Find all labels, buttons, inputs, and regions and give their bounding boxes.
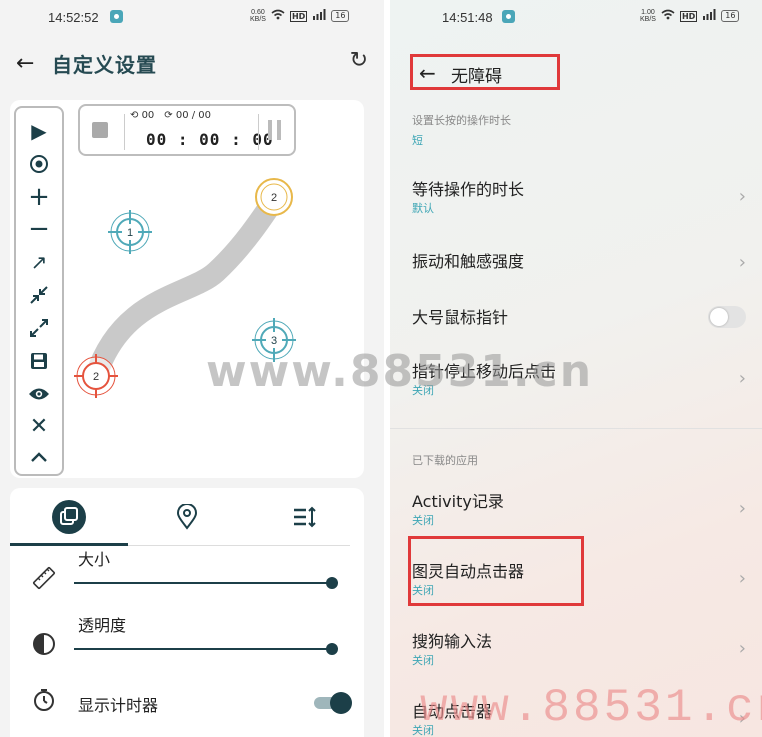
item-value: 关闭	[412, 654, 434, 667]
battery-icon: 16	[721, 10, 740, 22]
eye-icon[interactable]	[16, 379, 62, 409]
script-canvas[interactable]: ▶ + − ↗ ✕ ⟲ 00 ⟳ 00 / 00 00: 00: 00 1 …	[10, 100, 364, 478]
item-value: 关闭	[412, 514, 434, 527]
size-slider[interactable]	[74, 577, 338, 589]
tab-appearance[interactable]	[10, 496, 128, 538]
hd-icon: HD	[679, 10, 698, 22]
battery-icon: 16	[331, 10, 350, 22]
collapse-icon[interactable]	[16, 280, 62, 310]
sogou-input-item[interactable]: 搜狗输入法 关闭 ›	[390, 628, 762, 678]
settings-panel: 大小 透明度 显示计时器	[10, 488, 364, 737]
accessibility-header: ← 无障碍	[410, 54, 560, 90]
signal-icon	[702, 9, 716, 23]
item-label: 搜狗输入法	[412, 632, 493, 651]
status-bar-left: 14:52:52 0.60 KB/S HD 16	[0, 0, 384, 36]
size-setting: 大小	[10, 546, 364, 606]
chevron-right-icon: ›	[738, 638, 746, 659]
swipe-icon[interactable]: ↗	[16, 247, 62, 277]
status-bar-right: 14:51:48 1.00 KB/S HD 16	[390, 0, 762, 36]
show-timer-setting: 显示计时器	[10, 686, 364, 737]
refresh-icon[interactable]: ↻	[350, 48, 368, 73]
close-icon[interactable]: ✕	[16, 411, 62, 441]
opacity-setting: 透明度	[10, 612, 364, 672]
plus-icon[interactable]: +	[16, 182, 62, 212]
back-arrow-icon[interactable]: ←	[419, 61, 436, 85]
timer-panel: ⟲ 00 ⟳ 00 / 00 00 : 00 : 00	[78, 104, 296, 156]
status-time: 14:51:48	[442, 10, 493, 25]
chevron-right-icon: ›	[738, 368, 746, 389]
opacity-label: 透明度	[78, 616, 127, 635]
tab-location[interactable]	[128, 496, 246, 538]
header: ← 自定义设置 ↻	[16, 46, 368, 80]
net-speed: 0.60 KB/S	[250, 9, 266, 23]
contrast-icon	[30, 630, 58, 658]
section-divider	[390, 428, 762, 429]
minus-icon[interactable]: −	[16, 214, 62, 244]
pause-icon[interactable]	[266, 120, 284, 140]
app-notification-icon	[502, 10, 515, 23]
item-label: 大号鼠标指针	[412, 308, 509, 327]
chevron-right-icon: ›	[738, 186, 746, 207]
item-label: 等待操作的时长	[412, 180, 525, 199]
size-slider-thumb[interactable]	[326, 577, 338, 589]
show-timer-toggle[interactable]	[314, 692, 352, 714]
size-label: 大小	[78, 550, 111, 569]
item-label: Activity记录	[412, 492, 504, 511]
repeat-count: ⟳ 00 / 00	[164, 110, 212, 121]
wifi-icon	[661, 9, 675, 23]
net-speed: 1.00 KB/S	[640, 9, 656, 23]
vertical-toolbar: ▶ + − ↗ ✕	[14, 106, 64, 476]
watermark-bottom: www.88531.cn	[420, 682, 762, 734]
status-icons: 0.60 KB/S HD 16	[250, 9, 350, 23]
app-notification-icon	[110, 10, 123, 23]
status-time: 14:52:52	[48, 10, 99, 25]
play-icon[interactable]: ▶	[16, 116, 62, 146]
layers-icon	[52, 500, 86, 534]
page-title: 自定义设置	[52, 52, 157, 77]
opacity-slider[interactable]	[74, 643, 338, 655]
highlight-box	[408, 536, 584, 606]
vibration-item[interactable]: 振动和触感强度 ›	[390, 248, 762, 298]
chevron-right-icon: ›	[738, 568, 746, 589]
signal-icon	[312, 9, 326, 23]
item-value: 默认	[412, 202, 434, 215]
stop-icon[interactable]	[92, 122, 108, 138]
item-label: 振动和触感强度	[412, 252, 525, 271]
target-icon[interactable]	[16, 149, 62, 179]
sort-list-icon	[294, 506, 316, 528]
loop-info: ⟲ 00 ⟳ 00 / 00	[130, 110, 211, 121]
status-icons: 1.00 KB/S HD 16	[640, 9, 740, 23]
chevron-right-icon: ›	[738, 252, 746, 273]
long-press-label: 设置长按的操作时长	[412, 114, 511, 127]
page-title: 无障碍	[451, 67, 502, 87]
downloaded-apps-label: 已下载的应用	[412, 454, 478, 467]
tab-sort[interactable]	[246, 496, 364, 538]
chevron-right-icon: ›	[738, 498, 746, 519]
large-pointer-toggle[interactable]	[708, 306, 746, 328]
wait-duration-item[interactable]: 等待操作的时长 默认 ›	[390, 176, 762, 226]
long-press-value[interactable]: 短	[412, 132, 423, 148]
location-pin-icon	[176, 504, 198, 530]
ruler-icon	[30, 564, 58, 592]
save-icon[interactable]	[16, 346, 62, 376]
stopwatch-icon	[30, 686, 58, 714]
elapsed-time: 00 : 00 : 00	[146, 130, 274, 149]
opacity-slider-thumb[interactable]	[326, 643, 338, 655]
settings-tabs	[10, 496, 364, 546]
hd-icon: HD	[289, 10, 308, 22]
expand-icon[interactable]	[16, 313, 62, 343]
wifi-icon	[271, 9, 285, 23]
show-timer-label: 显示计时器	[78, 696, 159, 715]
back-arrow-icon[interactable]: ←	[16, 51, 52, 76]
watermark-center: www.88531.cn	[206, 346, 594, 397]
chevron-up-icon[interactable]	[16, 442, 62, 472]
loop-count: ⟲ 00	[130, 110, 155, 121]
activity-log-item[interactable]: Activity记录 关闭 ›	[390, 488, 762, 538]
